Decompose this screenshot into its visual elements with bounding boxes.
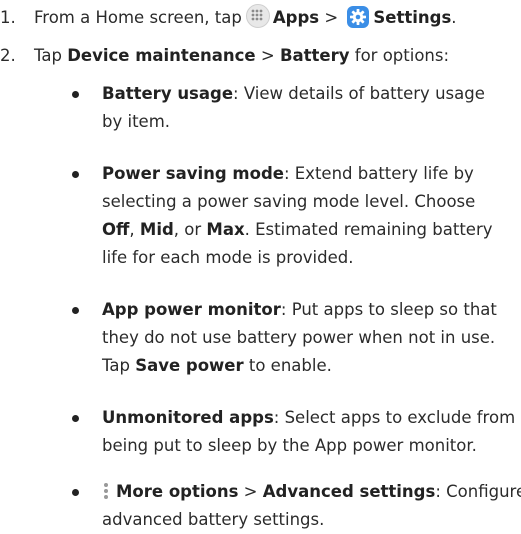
- list-item-text: Battery usage: View details of battery u…: [102, 80, 521, 136]
- description: Tap: [102, 356, 136, 375]
- separator-text: ,: [129, 220, 140, 239]
- term-advanced-settings: Advanced settings: [262, 482, 436, 501]
- bullet-dot: [72, 91, 79, 98]
- option-off: Off: [102, 220, 130, 239]
- step-suffix: for options:: [354, 46, 450, 65]
- term: App power monitor: [102, 300, 281, 319]
- save-power-label: Save power: [135, 356, 244, 375]
- description: : Configure: [435, 482, 521, 501]
- description: : View details of battery usage: [233, 84, 485, 103]
- description: . Estimated remaining battery: [244, 220, 493, 239]
- description-line: being put to sleep by the App power moni…: [102, 436, 477, 455]
- bullet-dot: [72, 307, 79, 314]
- device-maintenance-label: Device maintenance: [67, 46, 256, 65]
- description: : Select apps to exclude from: [273, 408, 516, 427]
- description: : Put apps to sleep so that: [280, 300, 497, 319]
- settings-label: Settings: [373, 8, 452, 27]
- apps-label: Apps: [272, 8, 320, 27]
- option-max: Max: [206, 220, 245, 239]
- battery-label: Battery: [279, 46, 350, 65]
- step-text: Tap Device maintenance > Battery for opt…: [34, 42, 449, 70]
- separator-text: , or: [173, 220, 207, 239]
- description-line: advanced battery settings.: [102, 510, 325, 529]
- list-item-text: Power saving mode: Extend battery life b…: [102, 160, 521, 272]
- step-number: 2.: [0, 46, 16, 65]
- more-options-icon: [102, 481, 110, 501]
- step-text: From a Home screen, tap Apps > Settings.: [34, 4, 457, 32]
- nav-separator: >: [324, 8, 339, 27]
- list-item-text: More options > Advanced settings: Config…: [102, 478, 521, 534]
- description-line: by item.: [102, 112, 171, 131]
- list-item-text: Unmonitored apps: Select apps to exclude…: [102, 404, 521, 460]
- term: More options: [116, 482, 239, 501]
- list-item-text: App power monitor: Put apps to sleep so …: [102, 296, 521, 380]
- description-line: they do not use battery power when not i…: [102, 328, 496, 347]
- step-suffix: .: [451, 8, 457, 27]
- term: Unmonitored apps: [102, 408, 274, 427]
- bullet-dot: [72, 489, 79, 496]
- description-line: life for each mode is provided.: [102, 248, 354, 267]
- step-prefix: From a Home screen, tap: [34, 8, 242, 27]
- bullet-dot: [72, 415, 79, 422]
- nav-separator: >: [260, 46, 275, 65]
- instructions-page: 1. From a Home screen, tap Apps > Settin…: [0, 0, 521, 529]
- nav-separator: >: [243, 482, 258, 501]
- term: Power saving mode: [102, 164, 284, 183]
- description: : Extend battery life by: [283, 164, 474, 183]
- apps-grid-icon: [245, 4, 270, 28]
- term: Battery usage: [102, 84, 234, 103]
- settings-gear-icon: [347, 6, 370, 28]
- step-prefix: Tap: [34, 46, 62, 65]
- step-number: 1.: [0, 8, 16, 27]
- description-line: selecting a power saving mode level. Cho…: [102, 192, 476, 211]
- description: to enable.: [243, 356, 332, 375]
- option-mid: Mid: [139, 220, 174, 239]
- bullet-dot: [72, 171, 79, 178]
